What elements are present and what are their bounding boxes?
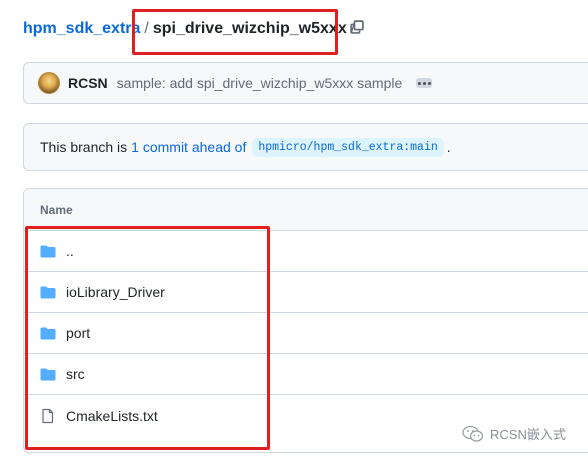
folder-icon — [40, 368, 56, 381]
row-label[interactable]: ioLibrary_Driver — [66, 284, 165, 300]
upstream-branch-ref[interactable]: hpmicro/hpm_sdk_extra:main — [252, 137, 444, 157]
commits-ahead-link[interactable]: 1 commit ahead of — [131, 139, 246, 155]
folder-icon — [40, 286, 56, 299]
folder-icon — [40, 245, 56, 258]
branch-status-bar: This branch is 1 commit ahead of hpmicro… — [23, 123, 588, 171]
folder-icon — [40, 327, 56, 340]
breadcrumb-current: spi_drive_wizchip_w5xxx — [152, 20, 347, 37]
ellipsis-icon — [417, 81, 421, 85]
table-row-src[interactable]: src — [24, 354, 588, 395]
latest-commit-bar: RCSN sample: add spi_drive_wizchip_w5xxx… — [23, 62, 588, 104]
row-label[interactable]: CmakeLists.txt — [66, 408, 158, 424]
row-label[interactable]: src — [66, 366, 85, 382]
file-table: Name .. ioLibrary_Driver port src CmakeL… — [23, 188, 588, 453]
table-row-port[interactable]: port — [24, 313, 588, 354]
copy-icon — [350, 20, 364, 34]
row-label[interactable]: .. — [66, 243, 74, 259]
table-header: Name — [24, 189, 588, 231]
watermark-text: RCSN嵌入式 — [490, 427, 566, 442]
breadcrumb-root-link[interactable]: hpm_sdk_extra — [23, 20, 140, 38]
commit-details-button[interactable] — [416, 78, 433, 88]
table-row-parent-dir[interactable]: .. — [24, 231, 588, 272]
table-row-iolibrary-driver[interactable]: ioLibrary_Driver — [24, 272, 588, 313]
watermark: RCSN嵌入式 — [462, 424, 566, 443]
branch-status-suffix: . — [446, 139, 451, 155]
avatar[interactable] — [38, 72, 60, 94]
row-label[interactable]: port — [66, 325, 90, 341]
branch-status-prefix: This branch is — [40, 139, 128, 155]
copy-path-button[interactable] — [348, 18, 366, 36]
commit-message[interactable]: sample: add spi_drive_wizchip_w5xxx samp… — [117, 75, 403, 91]
commit-author[interactable]: RCSN — [68, 75, 108, 91]
file-icon — [42, 408, 54, 423]
column-header-name: Name — [40, 202, 73, 217]
breadcrumb-separator: / — [144, 20, 149, 37]
breadcrumb: hpm_sdk_extra / spi_drive_wizchip_w5xxx … — [23, 14, 359, 44]
wechat-icon — [462, 425, 484, 442]
